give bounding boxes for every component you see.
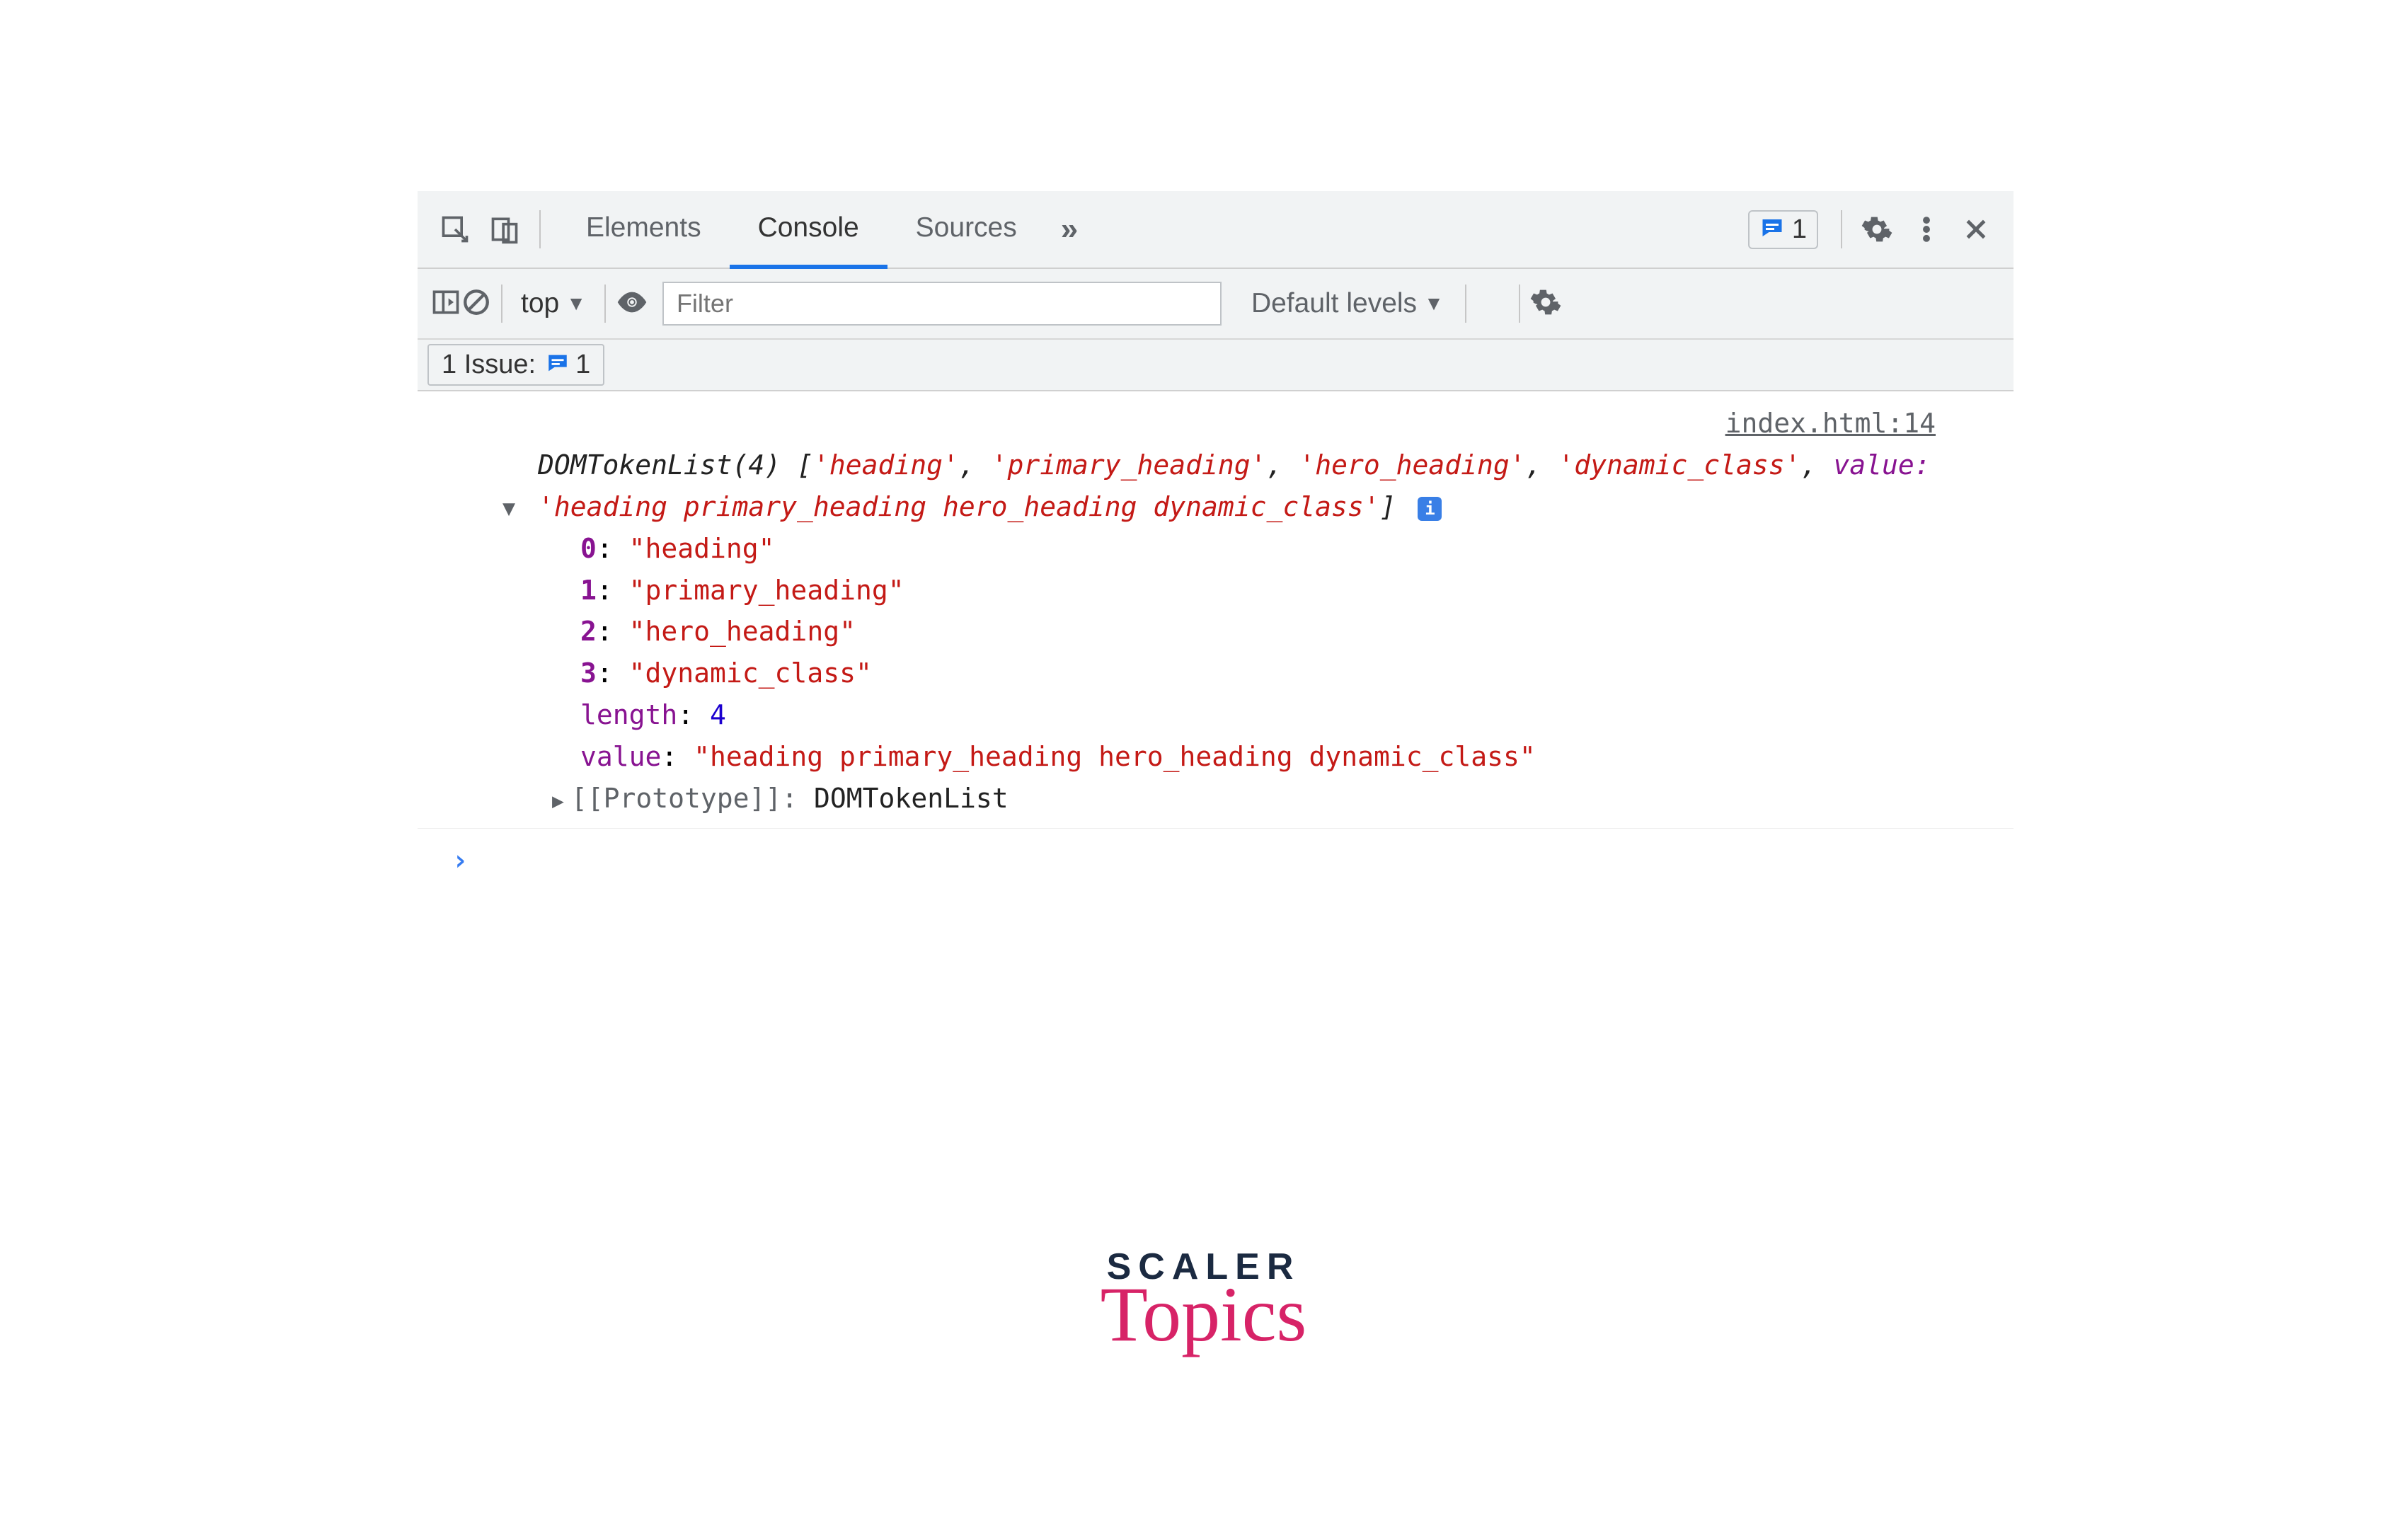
proto-value: DOMTokenList	[814, 783, 1009, 814]
summary-value: 'heading primary_heading hero_heading dy…	[538, 491, 1380, 522]
context-label: top	[521, 288, 559, 319]
log-summary[interactable]: ▼ DOMTokenList(4) ['heading', 'primary_h…	[488, 444, 1971, 528]
summary-item: 'heading'	[813, 449, 959, 481]
console-prompt[interactable]: ›	[418, 829, 2014, 892]
prop-value: "hero_heading"	[629, 616, 856, 647]
prop-line: value: "heading primary_heading hero_hea…	[580, 736, 1971, 778]
prop-value: "heading"	[629, 533, 775, 564]
context-selector[interactable]: top ▼	[521, 288, 586, 319]
summary-item: 'dynamic_class'	[1558, 449, 1800, 481]
issues-bar: 1 Issue: 1	[418, 340, 2014, 391]
prop-line: 2: "hero_heading"	[580, 611, 1971, 653]
source-link[interactable]: index.html:14	[418, 398, 2014, 444]
log-levels-selector[interactable]: Default levels ▼	[1251, 288, 1444, 319]
console-output: index.html:14 ▼ DOMTokenList(4) ['headin…	[418, 391, 2014, 892]
clear-console-icon[interactable]	[461, 287, 491, 321]
tab-console[interactable]: Console	[730, 191, 887, 269]
prop-line: 3: "dynamic_class"	[580, 653, 1971, 694]
prototype-line[interactable]: ▶[[Prototype]]: DOMTokenList	[488, 778, 1971, 820]
devtools-panel: Elements Console Sources » 1	[418, 191, 2014, 892]
settings-gear-icon[interactable]	[1852, 205, 1902, 254]
log-levels-label: Default levels	[1251, 288, 1417, 319]
close-icon[interactable]	[1951, 205, 2001, 254]
prop-key: value	[580, 741, 661, 772]
sep: ,	[1267, 449, 1299, 481]
inspect-icon[interactable]	[430, 205, 480, 254]
info-icon[interactable]: i	[1418, 497, 1442, 521]
separator	[1465, 285, 1466, 323]
prop-line: length: 4	[580, 694, 1971, 736]
prop-key: 1	[580, 575, 597, 606]
sidebar-toggle-icon[interactable]	[430, 287, 461, 321]
issues-count: 1	[575, 350, 590, 380]
filter-input[interactable]	[662, 282, 1222, 326]
summary-value-key: value:	[1833, 449, 1930, 481]
summary-prefix: DOMTokenList(4) [	[538, 449, 813, 481]
proto-key: [[Prototype]]	[571, 783, 781, 814]
separator	[1519, 285, 1520, 323]
summary-item: 'hero_heading'	[1299, 449, 1525, 481]
chevron-down-icon: ▼	[1424, 292, 1444, 315]
separator	[501, 285, 502, 323]
summary-suffix: ]	[1380, 491, 1396, 522]
separator	[1841, 210, 1842, 248]
prop-value: "heading primary_heading hero_heading dy…	[694, 741, 1536, 772]
tabs-group: Elements Console Sources »	[558, 191, 1093, 268]
chevron-down-icon: ▼	[566, 292, 586, 315]
live-expression-eye-icon[interactable]	[616, 286, 648, 322]
prompt-chevron-icon: ›	[452, 844, 469, 877]
issues-label: 1 Issue:	[442, 350, 536, 380]
prop-value: "primary_heading"	[629, 575, 904, 606]
separator	[539, 210, 541, 248]
separator	[604, 285, 606, 323]
chat-icon	[1759, 215, 1785, 244]
prop-key: 3	[580, 657, 597, 689]
devtools-tabbar: Elements Console Sources » 1	[418, 191, 2014, 269]
console-settings-gear-icon[interactable]	[1530, 287, 1561, 321]
prop-line: 1: "primary_heading"	[580, 570, 1971, 611]
kebab-menu-icon[interactable]	[1902, 205, 1951, 254]
prop-key: 2	[580, 616, 597, 647]
logo-bottom: Topics	[1101, 1280, 1307, 1350]
chat-icon	[546, 351, 570, 379]
issues-count: 1	[1792, 214, 1807, 245]
prop-key: 0	[580, 533, 597, 564]
scaler-topics-logo: SCALER Topics	[1101, 1246, 1307, 1350]
sep: ,	[959, 449, 992, 481]
device-toggle-icon[interactable]	[480, 205, 529, 254]
tabs-overflow-icon[interactable]: »	[1045, 191, 1093, 268]
summary-item: 'primary_heading'	[992, 449, 1267, 481]
log-properties: 0: "heading" 1: "primary_heading" 2: "he…	[488, 528, 1971, 778]
prop-value: 4	[710, 699, 726, 730]
tab-sources[interactable]: Sources	[887, 191, 1045, 269]
expand-arrow-right-icon[interactable]: ▶	[552, 789, 564, 812]
sep: ,	[1801, 449, 1834, 481]
issues-badge[interactable]: 1	[1748, 210, 1818, 249]
expand-arrow-down-icon[interactable]: ▼	[502, 493, 515, 526]
console-log-entry: ▼ DOMTokenList(4) ['heading', 'primary_h…	[418, 444, 2014, 829]
tab-elements[interactable]: Elements	[558, 191, 730, 269]
console-toolbar: top ▼ Default levels ▼	[418, 269, 2014, 340]
issues-box[interactable]: 1 Issue: 1	[427, 344, 604, 386]
sep: ,	[1526, 449, 1558, 481]
tabbar-right: 1	[1748, 205, 2001, 254]
prop-value: "dynamic_class"	[629, 657, 872, 689]
prop-key: length	[580, 699, 677, 730]
prop-line: 0: "heading"	[580, 528, 1971, 570]
